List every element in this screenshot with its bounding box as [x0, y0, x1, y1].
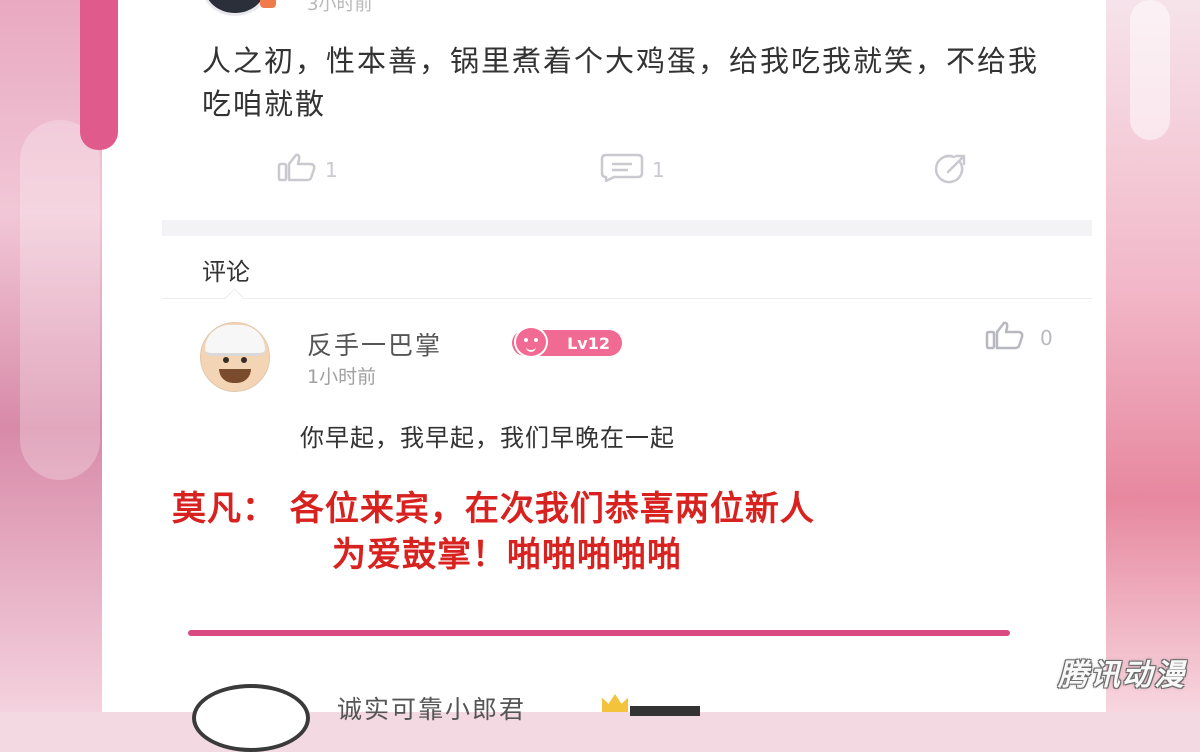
- level-face-icon: [514, 326, 548, 358]
- caption-line-1: 莫凡： 各位来宾，在次我们恭喜两位新人: [172, 489, 815, 529]
- avatar-hat: [205, 325, 265, 356]
- pink-divider: [188, 630, 1010, 636]
- post-text: 人之初，性本善，锅里煮着个大鸡蛋，给我吃我就笑，不给我吃咱就散: [202, 44, 1040, 121]
- comments-tab-indicator: [225, 288, 244, 307]
- thumbs-up-icon: [984, 320, 1026, 355]
- post-like-count: 1: [325, 157, 338, 182]
- share-icon: [930, 152, 970, 189]
- next-comment-badge: [630, 706, 700, 716]
- comments-section-underline: [162, 298, 1092, 299]
- author-badge-icon: [260, 0, 276, 8]
- avatar[interactable]: [200, 322, 270, 392]
- background-right-art: [1100, 0, 1200, 712]
- comment-text: 你早起，我早起，我们早晚在一起: [300, 424, 675, 452]
- post-comment-button[interactable]: 1: [600, 152, 665, 187]
- comment-like-button[interactable]: 0: [984, 320, 1053, 355]
- avatar-eye-right: [241, 357, 247, 363]
- post-comment-count: 1: [652, 157, 665, 182]
- caption-line-2: 为爱鼓掌！啪啪啪啪啪: [332, 535, 682, 575]
- comment-time: 1小时前: [307, 366, 377, 388]
- avatar-beard: [219, 369, 251, 383]
- comment-bubble-icon: [600, 152, 644, 187]
- next-comment-avatar[interactable]: [192, 684, 310, 752]
- level-badge: Lv12: [512, 326, 622, 358]
- post-like-button[interactable]: 1: [277, 152, 338, 187]
- comment-like-count: 0: [1040, 325, 1053, 350]
- watermark-logo: 腾讯动漫: [1058, 658, 1186, 693]
- crown-icon: [602, 694, 628, 712]
- post-share-button[interactable]: [930, 152, 970, 189]
- comments-section-title: 评论: [202, 258, 250, 286]
- post-time: 3小时前: [307, 0, 373, 15]
- level-label: Lv12: [567, 333, 610, 353]
- caption-overlay: 莫凡： 各位来宾，在次我们恭喜两位新人 为爱鼓掌！啪啪啪啪啪: [172, 486, 1072, 578]
- content-panel: 3小时前 人之初，性本善，锅里煮着个大鸡蛋，给我吃我就笑，不给我吃咱就散 1 1: [102, 0, 1106, 752]
- left-accent-bar: [80, 0, 118, 150]
- thumbs-up-icon: [277, 152, 317, 187]
- comment-user-name[interactable]: 反手一巴掌: [307, 326, 442, 362]
- section-divider: [162, 220, 1092, 236]
- next-comment-user-name[interactable]: 诚实可靠小郎君: [337, 690, 526, 726]
- avatar-eye-left: [223, 357, 229, 363]
- post-actions: 1 1: [202, 152, 1102, 192]
- post-author-avatar[interactable]: [202, 0, 268, 16]
